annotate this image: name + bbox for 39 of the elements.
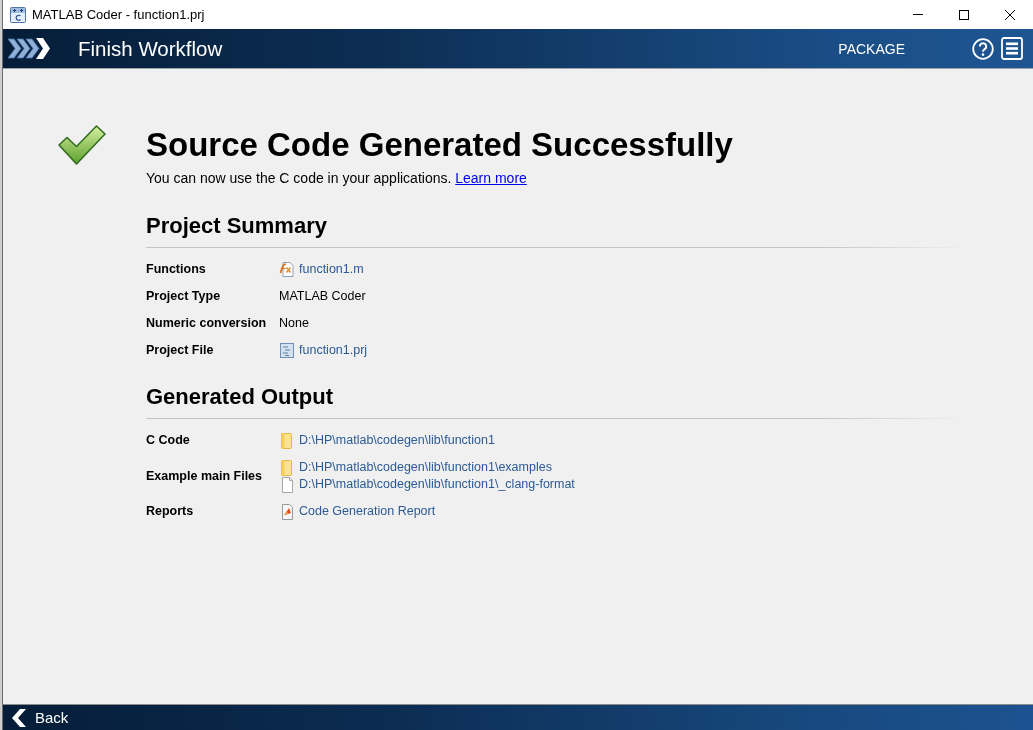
package-button[interactable]: PACKAGE bbox=[838, 40, 905, 57]
page-title: Finish Workflow bbox=[78, 36, 223, 61]
help-icon[interactable] bbox=[972, 37, 994, 60]
menu-icon[interactable] bbox=[1001, 37, 1023, 60]
window-title: MATLAB Coder - function1.prj bbox=[32, 7, 205, 22]
result-message: You can now use the C code in your applications. Learn more bbox=[146, 169, 528, 187]
function-file-icon bbox=[279, 261, 295, 278]
minimize-icon bbox=[913, 14, 923, 15]
field-value: None bbox=[279, 315, 309, 332]
file-icon bbox=[279, 476, 295, 493]
learn-more-link[interactable]: Learn more bbox=[455, 170, 527, 186]
close-icon bbox=[1005, 9, 1015, 20]
field-label: Project Type bbox=[146, 288, 221, 305]
file-link[interactable]: D:\HP\matlab\codegen\lib\function1\_clang-format bbox=[299, 476, 575, 493]
back-button[interactable]: Back bbox=[10, 706, 71, 729]
field-label: Example main Files bbox=[146, 467, 263, 485]
document-icon bbox=[279, 342, 295, 359]
section-heading: Project Summary bbox=[146, 213, 328, 239]
folder-icon bbox=[279, 432, 295, 449]
field-label: Project File bbox=[146, 342, 214, 359]
checkmark-icon bbox=[58, 125, 106, 165]
maximize-icon bbox=[959, 9, 969, 20]
result-title: Source Code Generated Successfully bbox=[146, 126, 734, 164]
field-value: MATLAB Coder bbox=[279, 288, 366, 305]
chevron-left-icon bbox=[12, 708, 26, 727]
chevrons-icon bbox=[8, 38, 50, 59]
report-icon bbox=[279, 503, 295, 520]
field-label: Numeric conversion bbox=[146, 315, 267, 332]
field-label: Reports bbox=[146, 503, 194, 520]
field-label: Functions bbox=[146, 261, 206, 278]
field-label: C Code bbox=[146, 432, 190, 449]
report-link[interactable]: Code Generation Report bbox=[299, 503, 436, 520]
file-link[interactable]: function1.prj bbox=[299, 342, 368, 359]
folder-link[interactable]: D:\HP\matlab\codegen\lib\function1\examples bbox=[299, 459, 552, 476]
folder-link[interactable]: D:\HP\matlab\codegen\lib\function1 bbox=[299, 432, 495, 449]
app-icon bbox=[10, 6, 26, 23]
section-heading: Generated Output bbox=[146, 384, 334, 410]
folder-icon bbox=[279, 459, 295, 476]
file-link[interactable]: function1.m bbox=[299, 261, 364, 278]
